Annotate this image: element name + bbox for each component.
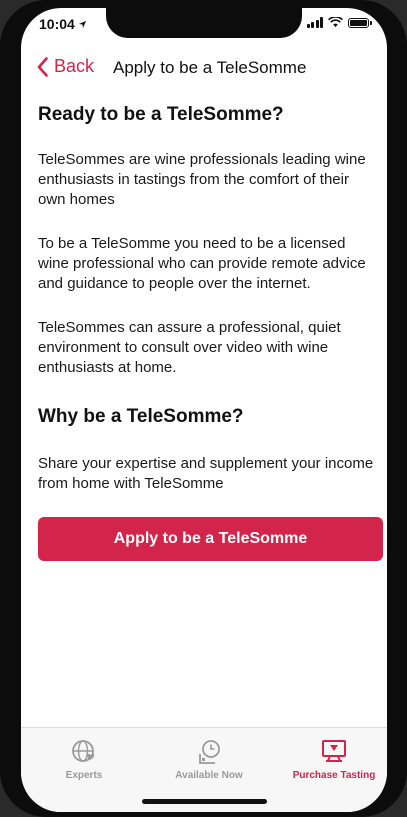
tab-purchase-tasting[interactable]: Purchase Tasting <box>279 738 387 781</box>
video-screen-icon <box>322 740 346 762</box>
status-icons <box>306 17 372 28</box>
apply-button[interactable]: Apply to be a TeleSomme <box>38 517 383 561</box>
chevron-left-icon <box>37 56 48 77</box>
clock-icon <box>199 740 220 764</box>
heading-why: Why be a TeleSomme? <box>38 406 244 427</box>
phone-frame: 10:04 Back Apply to be a TeleSomme Ready… <box>0 0 407 817</box>
tab-experts[interactable]: Experts <box>29 738 139 781</box>
signal-icon <box>306 17 323 28</box>
status-time: 10:04 <box>39 16 87 32</box>
tab-available-now-label: Available Now <box>175 770 243 781</box>
back-button[interactable]: Back <box>37 56 94 77</box>
battery-icon <box>348 17 372 28</box>
heading-ready: Ready to be a TeleSomme? <box>38 104 284 125</box>
status-time-text: 10:04 <box>39 16 75 32</box>
location-arrow-icon <box>78 20 86 28</box>
tab-purchase-tasting-label: Purchase Tasting <box>292 770 376 781</box>
paragraph-requirements: To be a TeleSomme you need to be a licen… <box>38 235 366 292</box>
page-title: Apply to be a TeleSomme <box>113 58 307 77</box>
home-indicator <box>142 799 267 804</box>
paragraph-intro: TeleSommes are wine professionals leadin… <box>38 151 366 208</box>
paragraph-environment: TeleSommes can assure a professional, qu… <box>38 319 341 376</box>
app-screen: 10:04 Back Apply to be a TeleSomme Ready… <box>21 8 387 812</box>
back-label: Back <box>54 56 95 76</box>
wifi-icon <box>328 17 343 28</box>
tab-available-now[interactable]: Available Now <box>154 738 264 781</box>
nav-bar: Back Apply to be a TeleSomme <box>21 54 387 84</box>
tab-experts-label: Experts <box>65 770 103 781</box>
globe-heart-icon <box>72 740 95 762</box>
paragraph-benefits: Share your expertise and supplement your… <box>38 455 374 492</box>
notch <box>106 8 302 38</box>
